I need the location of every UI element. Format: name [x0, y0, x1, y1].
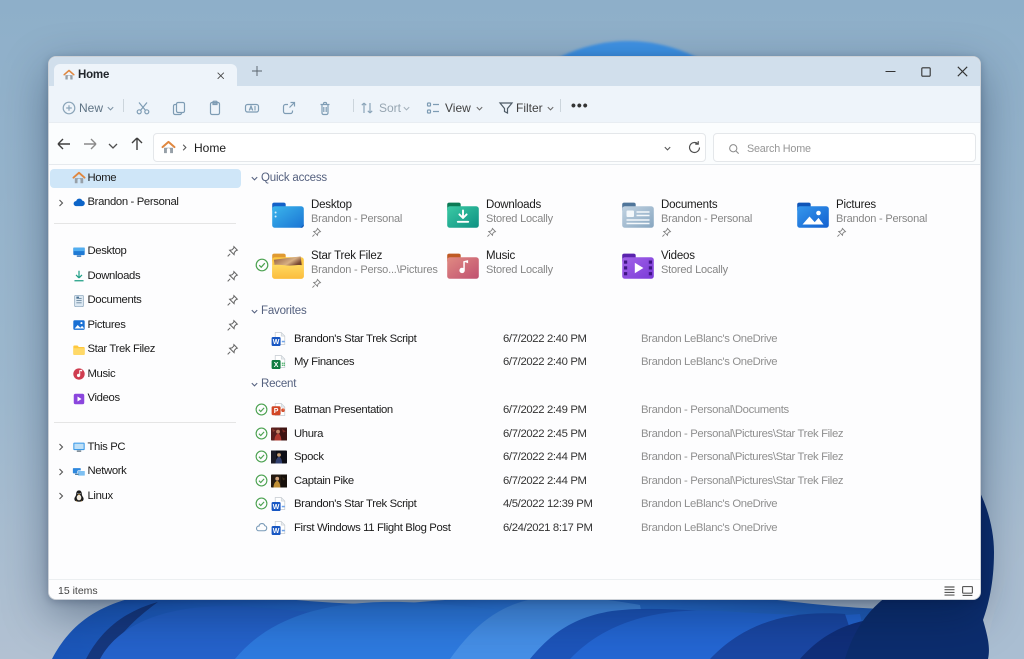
svg-text:W: W: [273, 527, 280, 534]
svg-text:X: X: [274, 362, 279, 369]
svg-text:W: W: [273, 338, 280, 345]
svg-text:P: P: [274, 408, 279, 415]
svg-text:W: W: [273, 504, 280, 511]
